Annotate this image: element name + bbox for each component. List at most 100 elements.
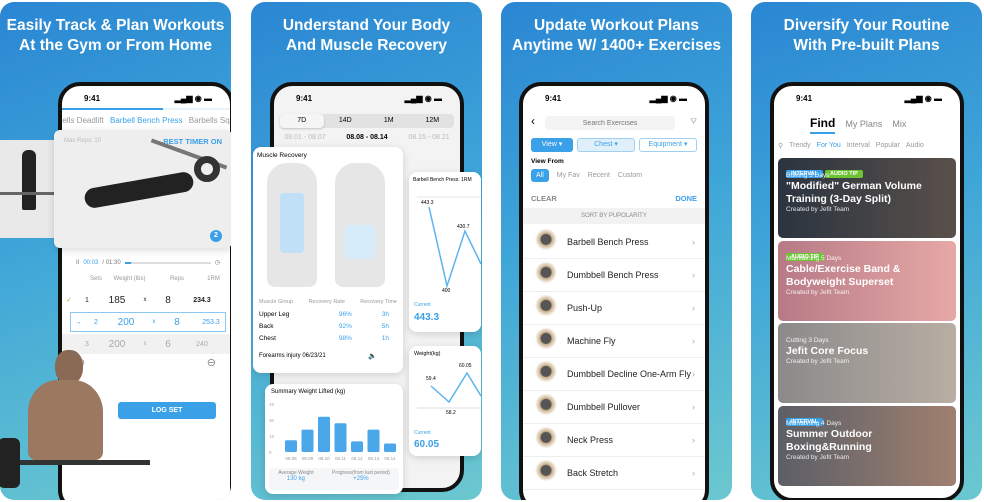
category-tab[interactable]: Popular xyxy=(876,142,900,150)
bench-current: 443.3 xyxy=(414,312,440,323)
tab-my-plans[interactable]: My Plans xyxy=(845,119,882,129)
tab-find[interactable]: Find xyxy=(810,116,836,134)
date-current[interactable]: 08.08 - 08.14 xyxy=(346,134,387,141)
source-tab[interactable]: My Fav xyxy=(557,172,580,179)
exercise-item[interactable]: Dumbbell Pullover › xyxy=(523,391,705,424)
deadlift-image xyxy=(0,140,58,238)
rest-timer-toggle[interactable]: REST TIMER ON xyxy=(163,137,222,146)
exercise-item[interactable]: Dumbbell Bench Press › xyxy=(523,259,705,292)
tab-squat[interactable]: Barbells Sq xyxy=(189,116,230,125)
range-tab[interactable]: 7D xyxy=(280,114,324,128)
done-button[interactable]: DONE xyxy=(675,194,697,203)
signal-icon: ▂▄▆ ◉ ▬ xyxy=(174,94,212,103)
source-tab[interactable]: All xyxy=(531,169,549,182)
x-tick: 08.11 xyxy=(335,456,346,461)
x-tick: 08.13 xyxy=(368,456,380,461)
source-tab[interactable]: Custom xyxy=(618,172,642,179)
bench-line-chart xyxy=(417,196,481,289)
exercise-thumbnail xyxy=(533,295,559,321)
plan-title: Summer Outdoor Boxing&Running xyxy=(786,427,873,453)
range-tab[interactable]: 14D xyxy=(324,114,368,128)
range-tab[interactable]: 12M xyxy=(411,114,455,128)
pause-icon[interactable]: II xyxy=(76,260,79,266)
plan-title: "Modified" German Volume Training (3-Day… xyxy=(786,180,922,205)
view-filter[interactable]: View ▾ xyxy=(531,138,573,152)
weight-line-chart xyxy=(417,371,481,409)
timer-elapsed: 00:03 xyxy=(83,259,99,266)
y-tick: 30 xyxy=(269,418,275,423)
tab-mix[interactable]: Mix xyxy=(892,119,906,129)
category-tab[interactable]: Interval xyxy=(847,142,870,150)
exercise-thumbnail xyxy=(533,328,559,354)
bench-1rm-card: Barbell Bench Press: 1RM 443.3 400 430.7… xyxy=(409,172,481,332)
exercise-item[interactable]: Back Stretch › xyxy=(523,457,705,490)
chevron-right-icon: › xyxy=(692,336,695,346)
date-prev[interactable]: 08.01 - 08.07 xyxy=(284,134,325,141)
exercise-video-card[interactable]: Max Reps: 10 REST TIMER ON 2 xyxy=(54,130,231,248)
status-time: 9:41 xyxy=(796,94,813,103)
bar xyxy=(367,429,380,452)
exercise-item[interactable]: Neck Press › xyxy=(523,424,705,457)
search-icon[interactable]: ⚲ xyxy=(778,142,783,150)
exercise-thumbnail xyxy=(533,229,559,255)
filter-icon[interactable]: ⛛ xyxy=(690,117,697,127)
weight-card: Weight(kg) 59.4 58.2 60.05 Current 60.05 xyxy=(409,346,481,456)
range-selector: 7D 14D 1M 12M xyxy=(280,114,454,128)
injury-note: Forearms injury 06/23/21 xyxy=(259,353,326,359)
category-tab[interactable]: Audio xyxy=(906,142,924,150)
plan-card[interactable]: AUDIO TIP Maintaining 5 Days Cable/Exercis… xyxy=(778,240,956,321)
signal-icon: ▂▄▆ ◉ ▬ xyxy=(904,94,942,103)
clear-button[interactable]: CLEAR xyxy=(531,194,557,203)
set-row[interactable]: ✓ 1 185 x 8 234.3 xyxy=(62,290,230,310)
tab-deadlift[interactable]: bells Deadlift xyxy=(62,116,104,125)
x-tick: 08.12 xyxy=(351,456,363,461)
phone-frame: 9:41 ▂▄▆ ◉ ▬ ‹ ⛛ View ▾ Chest ▾ Equipment… xyxy=(519,82,709,500)
max-reps: Max Reps: 10 xyxy=(64,138,102,144)
plan-title: Cable/Exercise Band & Bodyweight Superse… xyxy=(786,262,901,288)
source-tab[interactable]: Recent xyxy=(588,172,610,179)
x-tick: 08.08 xyxy=(285,456,297,461)
range-tab[interactable]: 1M xyxy=(367,114,411,128)
plan-card[interactable]: INTERVAL Maintaining 4 Days Summer Outdoor… xyxy=(778,405,956,486)
tab-bench-press[interactable]: Barbell Bench Press xyxy=(110,116,182,125)
speaker-icon[interactable]: 🔈 xyxy=(368,352,377,360)
category-tab[interactable]: For You xyxy=(817,142,841,150)
plan-card[interactable]: INTERVAL AUDIO TIP Bulking 5 Days "Modified… xyxy=(778,158,956,238)
set-row[interactable]: → 2 200 x 8 253.3 xyxy=(70,312,226,332)
weight-line xyxy=(430,371,481,404)
bar xyxy=(301,429,314,452)
x-tick: 08.09 xyxy=(302,456,314,461)
category-tab[interactable]: Trendy xyxy=(789,142,811,150)
card-title: Muscle Recovery xyxy=(257,152,307,159)
average-weight: 130 kg xyxy=(286,476,305,482)
panel-title: Understand Your Body And Muscle Recovery xyxy=(282,17,451,54)
equipment-filter[interactable]: Equipment ▾ xyxy=(639,138,697,152)
sets-header: Sets Weight (lbs) Reps 1RM xyxy=(89,276,220,282)
remove-set-icon[interactable]: ⊖ xyxy=(207,356,216,369)
panel-title: Diversify Your Routine With Pre-built Pl… xyxy=(783,17,950,54)
recovery-row: Back 92% 5h xyxy=(259,323,389,330)
exercise-item[interactable]: Barbell Bench Press › xyxy=(523,226,705,259)
search-input[interactable] xyxy=(545,116,675,130)
exercise-item[interactable]: Machine Fly › xyxy=(523,325,705,358)
y-tick: 0 xyxy=(269,450,272,455)
plan-card[interactable]: Cutting 3 Days Jefit Core Focus Created by… xyxy=(778,323,956,403)
signal-icon: ▂▄▆ ◉ ▬ xyxy=(649,94,687,103)
athlete-image xyxy=(0,350,150,500)
clock-icon[interactable]: ◷ xyxy=(215,259,220,266)
weight-current: 60.05 xyxy=(414,439,440,450)
date-next[interactable]: 08.15 - 08.21 xyxy=(408,134,449,141)
chest-filter[interactable]: Chest ▾ xyxy=(577,138,635,152)
progress-value: +25% xyxy=(353,476,369,482)
chevron-right-icon: › xyxy=(692,237,695,247)
back-chevron-icon[interactable]: ‹ xyxy=(531,114,535,128)
bar xyxy=(318,416,330,452)
x-tick: 08.10 xyxy=(318,456,330,461)
panel-exercises: Update Workout Plans Anytime W/ 1400+ Ex… xyxy=(501,2,732,500)
exercise-item[interactable]: Dumbbell Decline One-Arm Fly › xyxy=(523,358,705,391)
y-tick: 45 xyxy=(269,402,275,407)
phone-frame: 9:41 ▂▄▆ ◉ ▬ Find My Plans Mix ⚲ Trendy For… xyxy=(770,82,964,500)
log-set-button[interactable]: LOG SET xyxy=(118,402,216,419)
exercise-item[interactable]: Push-Up › xyxy=(523,292,705,325)
bench-line xyxy=(428,206,481,289)
